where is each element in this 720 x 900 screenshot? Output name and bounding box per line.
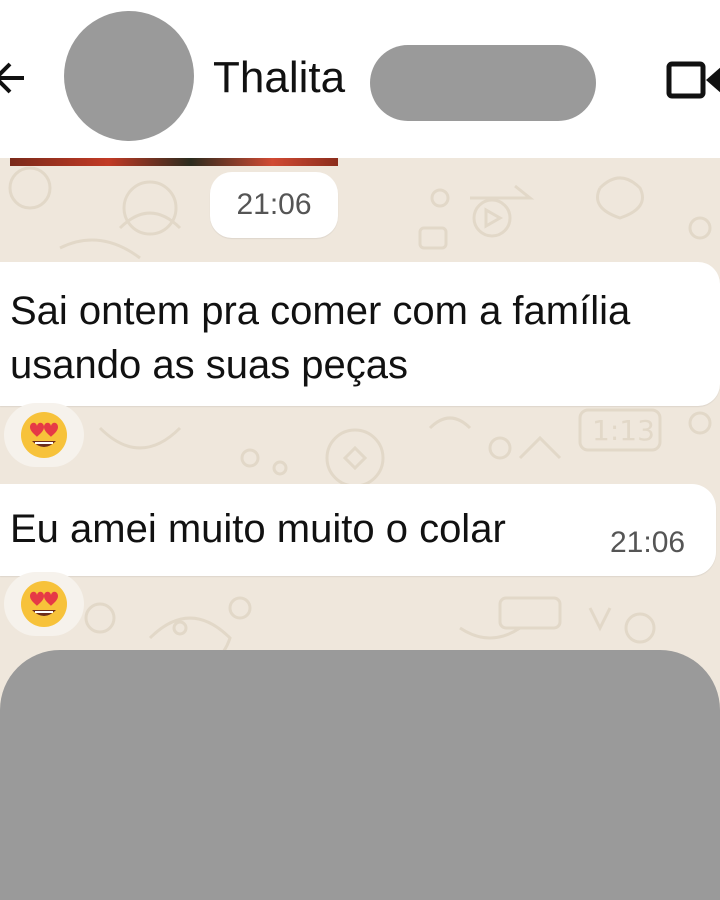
chat-area[interactable]: 1:13 21:06 Sai ontem pra comer com a fam…: [0, 158, 720, 900]
message-text: Sai ontem pra comer com a família usando…: [10, 289, 631, 387]
video-camera-icon[interactable]: [666, 56, 720, 104]
message-bubble[interactable]: Sai ontem pra comer com a família usando…: [0, 262, 720, 406]
timestamp-chip: 21:06: [210, 172, 338, 238]
heart-eyes-emoji-icon: [21, 412, 67, 458]
redacted-region: [0, 650, 720, 900]
arrow-left-icon[interactable]: [0, 52, 30, 104]
contact-name[interactable]: Thalita: [213, 52, 345, 104]
reaction-badge[interactable]: [4, 572, 84, 636]
media-preview-edge[interactable]: [10, 158, 338, 166]
reaction-badge[interactable]: [4, 403, 84, 467]
message-bubble[interactable]: Eu amei muito muito o colar 21:06: [0, 484, 716, 576]
chat-header: Thalita: [0, 0, 720, 158]
redacted-surname: [370, 45, 596, 121]
message-text: Eu amei muito muito o colar: [10, 507, 506, 551]
heart-eyes-emoji-icon: [21, 581, 67, 627]
avatar[interactable]: [64, 11, 194, 141]
svg-text:1:13: 1:13: [592, 414, 655, 447]
message-time: 21:06: [610, 526, 686, 559]
